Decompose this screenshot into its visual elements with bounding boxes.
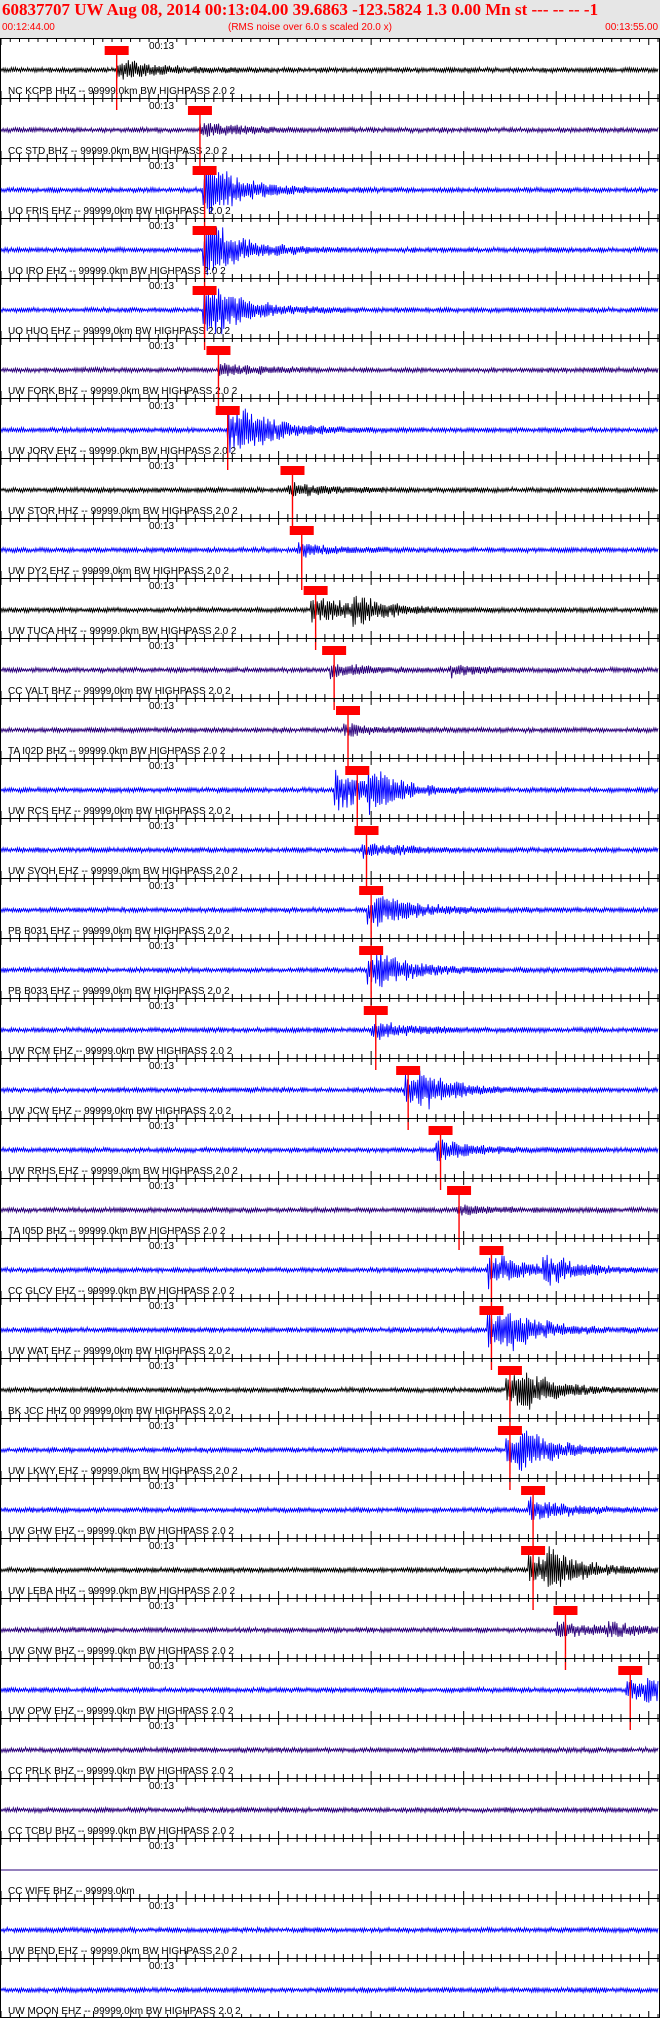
end-time: 00:13:55.00 [605,22,658,33]
waveform-trace [0,122,659,137]
station-label: UW RRHS EHZ -- 99999.0km BW HIGHPASS 2.0… [8,1166,238,1177]
minute-marker-label: 00:13 [149,221,174,232]
minute-marker-label: 00:13 [149,581,174,592]
waveform-trace [0,1430,659,1471]
minute-marker-label: 00:13 [149,1241,174,1252]
waveform-trace [0,1496,659,1520]
minute-marker-label: 00:13 [149,101,174,112]
event-title: 60837707 UW Aug 08, 2014 00:13:04.00 39.… [2,0,599,19]
waveform-trace [0,949,659,988]
station-label: UO FRIS EHZ -- 99999.0km BW HIGHPASS 2.0… [8,206,231,217]
waveform-trace [0,60,659,80]
station-label: UO IRO EHZ -- 99999.0km BW HIGHPASS 2.0 … [8,266,226,277]
minute-marker-label: 00:13 [149,1481,174,1492]
waveform-trace [0,843,659,859]
waveform-trace [0,1070,659,1110]
station-label: UW STOR HHZ -- 99999.0km BW HIGHPASS 2.0… [8,506,238,517]
station-label: UW FORK BHZ -- 99999.0km BW HIGHPASS 2.0… [8,386,238,397]
minute-marker-label: 00:13 [149,1901,174,1912]
station-label: TA I05D BHZ -- 99999.0km BW HIGHPASS 2.0… [8,1226,226,1237]
station-label: CC STD BHZ -- 99999.0km BW HIGHPASS 2.0 … [8,146,228,157]
waveform-trace [0,595,659,627]
station-label: CC TCBU BHZ -- 99999.0km BW HIGHPASS 2.0… [8,1826,235,1837]
station-label: UW LKWY EHZ -- 99999.0km BW HIGHPASS 2.0… [8,1466,238,1477]
minute-marker-label: 00:13 [149,1841,174,1852]
station-label: UW MOON EHZ -- 99999.0km BW HIGHPASS 2.0… [8,2006,241,2017]
waveform-trace [0,363,659,377]
station-label: CC PRLK BHZ -- 99999.0km BW HIGHPASS 2.0… [8,1766,234,1777]
station-label: PB B031 EHZ -- 99999.0km BW HIGHPASS 2.0… [8,926,230,937]
station-label: PB B033 EHZ -- 99999.0km BW HIGHPASS 2.0… [8,986,230,997]
waveform-trace [0,664,659,680]
station-label: CC GLCV EHZ -- 99999.0km BW HIGHPASS 2.0… [8,1286,235,1297]
waveform-trace [0,1925,659,1935]
station-label: BK JCC HHZ 00 99999.0km BW HIGHPASS 2.0 … [8,1406,231,1417]
minute-marker-label: 00:13 [149,1721,174,1732]
minute-marker-label: 00:13 [149,1301,174,1312]
waveform-trace [0,1139,659,1162]
minute-marker-label: 00:13 [149,941,174,952]
minute-marker-label: 00:13 [149,1361,174,1372]
station-label: UW RCS EHZ -- 99999.0km BW HIGHPASS 2.0 … [8,806,231,817]
seismogram-plot: 00:13 NC KCPB HHZ -- 99999.0km BW HIGHPAS… [0,38,660,2018]
minute-marker-label: 00:13 [149,1421,174,1432]
minute-marker-label: 00:13 [149,161,174,172]
minute-marker-label: 00:13 [149,401,174,412]
minute-marker-label: 00:13 [149,521,174,532]
minute-marker-label: 00:13 [149,881,174,892]
minute-marker-label: 00:13 [149,1601,174,1612]
minute-marker-label: 00:13 [149,821,174,832]
waveform-trace [0,1254,659,1290]
station-label: UW DY2 EHZ -- 99999.0km BW HIGHPASS 2.0 … [8,566,229,577]
start-time: 00:12:44.00 [2,22,55,33]
minute-marker-label: 00:13 [149,461,174,472]
station-label: UO HUO EHZ -- 99999.0km BW HIGHPASS 2.0 … [8,326,231,337]
minute-marker-label: 00:13 [149,1061,174,1072]
minute-marker-label: 00:13 [149,341,174,352]
waveform-trace [0,1985,659,1995]
station-label: CC VALT BHZ -- 99999.0km BW HIGHPASS 2.0… [8,686,231,697]
station-label: UW OPW EHZ -- 99999.0km BW HIGHPASS 2.0 … [8,1706,234,1717]
minute-marker-label: 00:13 [149,761,174,772]
station-label: NC KCPB HHZ -- 99999.0km BW HIGHPASS 2.0… [8,86,236,97]
station-label: UW JORV EHZ -- 99999.0km BW HIGHPASS 2.0… [8,446,236,457]
station-label: UW WAT EHZ -- 99999.0km BW HIGHPASS 2.0 … [8,1346,231,1357]
minute-marker-label: 00:13 [149,1961,174,1972]
minute-marker-label: 00:13 [149,1661,174,1672]
station-label: UW RCM EHZ -- 99999.0km BW HIGHPASS 2.0 … [8,1046,233,1057]
minute-marker-label: 00:13 [149,1541,174,1552]
minute-marker-label: 00:13 [149,1001,174,1012]
station-label: UW JCW EHZ -- 99999.0km BW HIGHPASS 2.0 … [8,1106,232,1117]
minute-marker-label: 00:13 [149,1121,174,1132]
waveform-trace [0,723,659,737]
minute-marker-label: 00:13 [149,1781,174,1792]
waveform-trace [0,542,659,558]
waveform-trace [0,1745,659,1755]
station-label: UW BEND EHZ -- 99999.0km BW HIGHPASS 2.0… [8,1946,238,1957]
waveform-trace [0,1805,659,1815]
waveform-trace [0,896,659,927]
waveform-trace [0,482,659,497]
station-label: TA I02D BHZ -- 99999.0km BW HIGHPASS 2.0… [8,746,226,757]
minute-marker-label: 00:13 [149,41,174,52]
station-label: CC WIFE BHZ -- 99999.0km [8,1886,135,1897]
minute-marker-label: 00:13 [149,1181,174,1192]
station-label: UW SVOH EHZ -- 99999.0km BW HIGHPASS 2.0… [8,866,238,877]
minute-marker-label: 00:13 [149,641,174,652]
station-label: UW TUCA HHZ -- 99999.0km BW HIGHPASS 2.0… [8,626,237,637]
waveform-trace [0,1621,659,1638]
waveform-trace [0,1372,659,1410]
waveform-trace [0,1677,659,1703]
plot-header: 60837707 UW Aug 08, 2014 00:13:04.00 39.… [0,0,660,38]
station-label: UW LEBA HHZ -- 99999.0km BW HIGHPASS 2.0… [8,1586,236,1597]
waveform-trace [0,1546,659,1587]
minute-marker-label: 00:13 [149,701,174,712]
station-label: UW GHW EHZ -- 99999.0km BW HIGHPASS 2.0 … [8,1526,234,1537]
waveform-trace [0,1204,659,1216]
waveform-trace [0,1022,659,1041]
noise-note: (RMS noise over 6.0 s scaled 20.0 x) [228,22,392,33]
minute-marker-label: 00:13 [149,281,174,292]
station-label: UW GNW BHZ -- 99999.0km BW HIGHPASS 2.0 … [8,1646,234,1657]
